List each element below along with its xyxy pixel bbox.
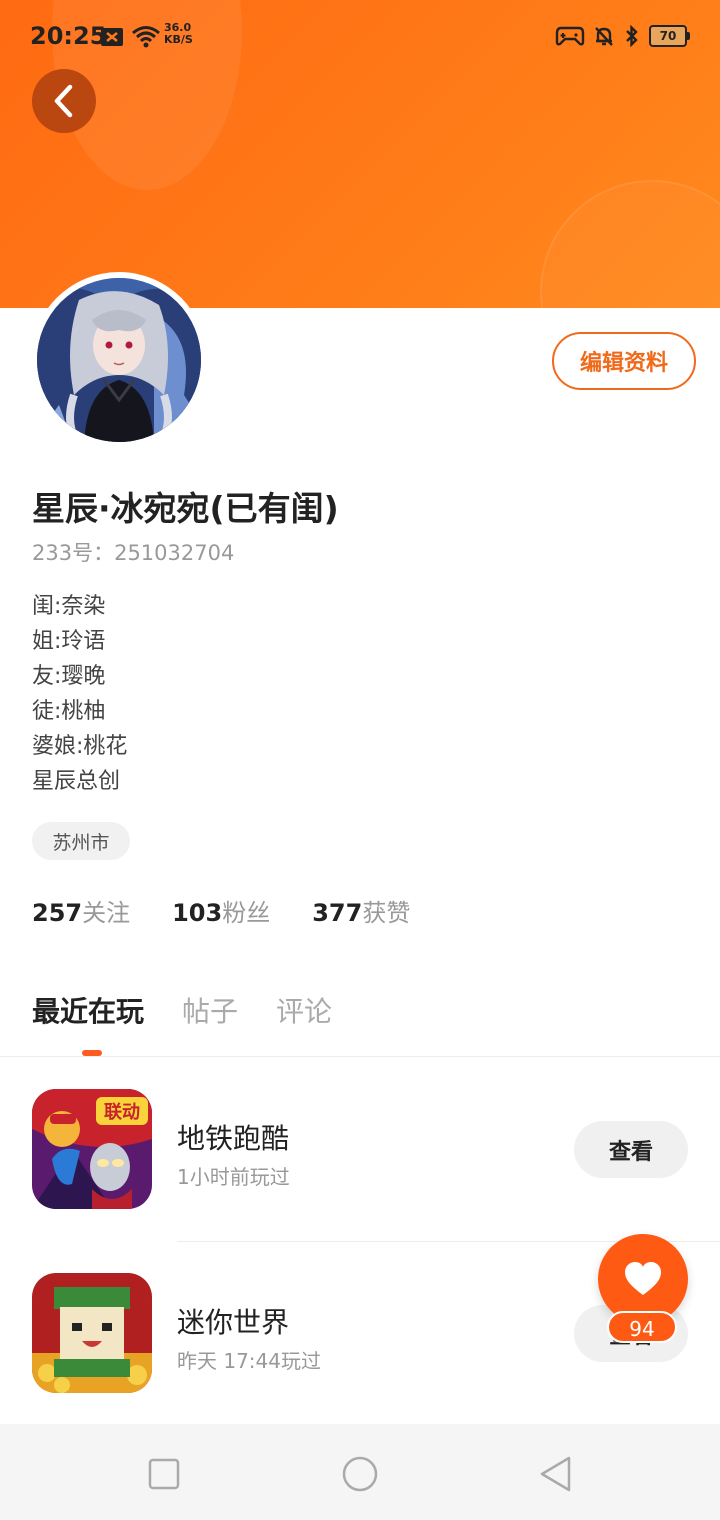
net-speed-unit: KB/S — [164, 33, 193, 46]
gamepad-icon — [555, 26, 585, 46]
bio-line: 徒:桃柚 — [32, 699, 106, 724]
wifi-icon — [132, 26, 160, 48]
tab-comments[interactable]: 评论 — [276, 990, 332, 1030]
stat-count: 103 — [172, 899, 223, 927]
game-icon-mini-world — [32, 1273, 152, 1393]
edit-profile-button[interactable]: 编辑资料 — [552, 332, 696, 390]
home-icon[interactable] — [340, 1454, 380, 1494]
profile-tabs: 最近在玩 帖子 评论 — [32, 990, 370, 1030]
battery-level: 70 — [649, 25, 687, 47]
heart-icon — [625, 1262, 661, 1295]
city-tag: 苏州市 — [32, 822, 130, 860]
stat-label: 获赞 — [362, 899, 411, 927]
divider — [0, 1056, 720, 1057]
battery-tip — [687, 32, 690, 40]
game-icon-badge: 联动 — [104, 1102, 140, 1123]
stat-label: 粉丝 — [222, 899, 271, 927]
system-nav-bar — [0, 1424, 720, 1520]
status-time: 20:25 — [30, 22, 107, 50]
like-count-badge: 94 — [607, 1311, 677, 1343]
bio-line: 星辰总创 — [32, 769, 121, 794]
profile-stats: 257关注 103粉丝 377获赞 — [32, 893, 452, 928]
profile-uid: 233号：251032704 — [32, 541, 235, 565]
game-name: 迷你世界 — [177, 1306, 290, 1339]
battery-indicator: 70 — [649, 25, 690, 47]
bio-line: 友:璎晚 — [32, 664, 106, 689]
stat-count: 257 — [32, 899, 83, 927]
stat-likes[interactable]: 377获赞 — [312, 893, 410, 928]
recent-apps-icon[interactable] — [144, 1454, 184, 1494]
tab-recently-played[interactable]: 最近在玩 — [32, 990, 144, 1030]
back-nav-icon[interactable] — [536, 1454, 576, 1494]
stat-following[interactable]: 257关注 — [32, 893, 130, 928]
bio-line: 姐:玲语 — [32, 629, 106, 654]
banner-decoration — [540, 180, 720, 308]
back-button[interactable] — [32, 69, 96, 133]
game-played-time: 昨天 17:44玩过 — [177, 1349, 321, 1373]
stat-label: 关注 — [82, 899, 131, 927]
avatar-image — [37, 278, 201, 442]
bio-line: 闺:奈染 — [32, 594, 106, 619]
bluetooth-icon — [626, 25, 638, 47]
message-icon — [101, 28, 123, 46]
game-played-time: 1小时前玩过 — [177, 1165, 290, 1189]
stat-count: 377 — [312, 899, 363, 927]
view-button[interactable]: 查看 — [574, 1121, 688, 1178]
status-right: 70 — [555, 24, 690, 48]
profile-bio: 闺:奈染 姐:玲语 友:璎晚 徒:桃柚 婆娘:桃花 星辰总创 — [32, 590, 127, 800]
net-speed: 36.0 KB/S — [164, 22, 193, 46]
avatar[interactable] — [34, 275, 204, 445]
chevron-left-icon — [54, 84, 73, 118]
tab-posts[interactable]: 帖子 — [182, 990, 238, 1030]
game-name: 地铁跑酷 — [177, 1122, 290, 1155]
status-bar: 20:25 36.0 KB/S 70 — [0, 18, 720, 58]
profile-name: 星辰·冰宛宛(已有闺) — [32, 489, 339, 528]
bio-line: 婆娘:桃花 — [32, 734, 128, 759]
game-list-item[interactable]: 联动 地铁跑酷 1小时前玩过 查看 — [0, 1089, 720, 1219]
game-icon-subway-surfers: 联动 — [32, 1089, 152, 1209]
mute-bell-icon — [595, 27, 613, 46]
stat-followers[interactable]: 103粉丝 — [172, 893, 270, 928]
